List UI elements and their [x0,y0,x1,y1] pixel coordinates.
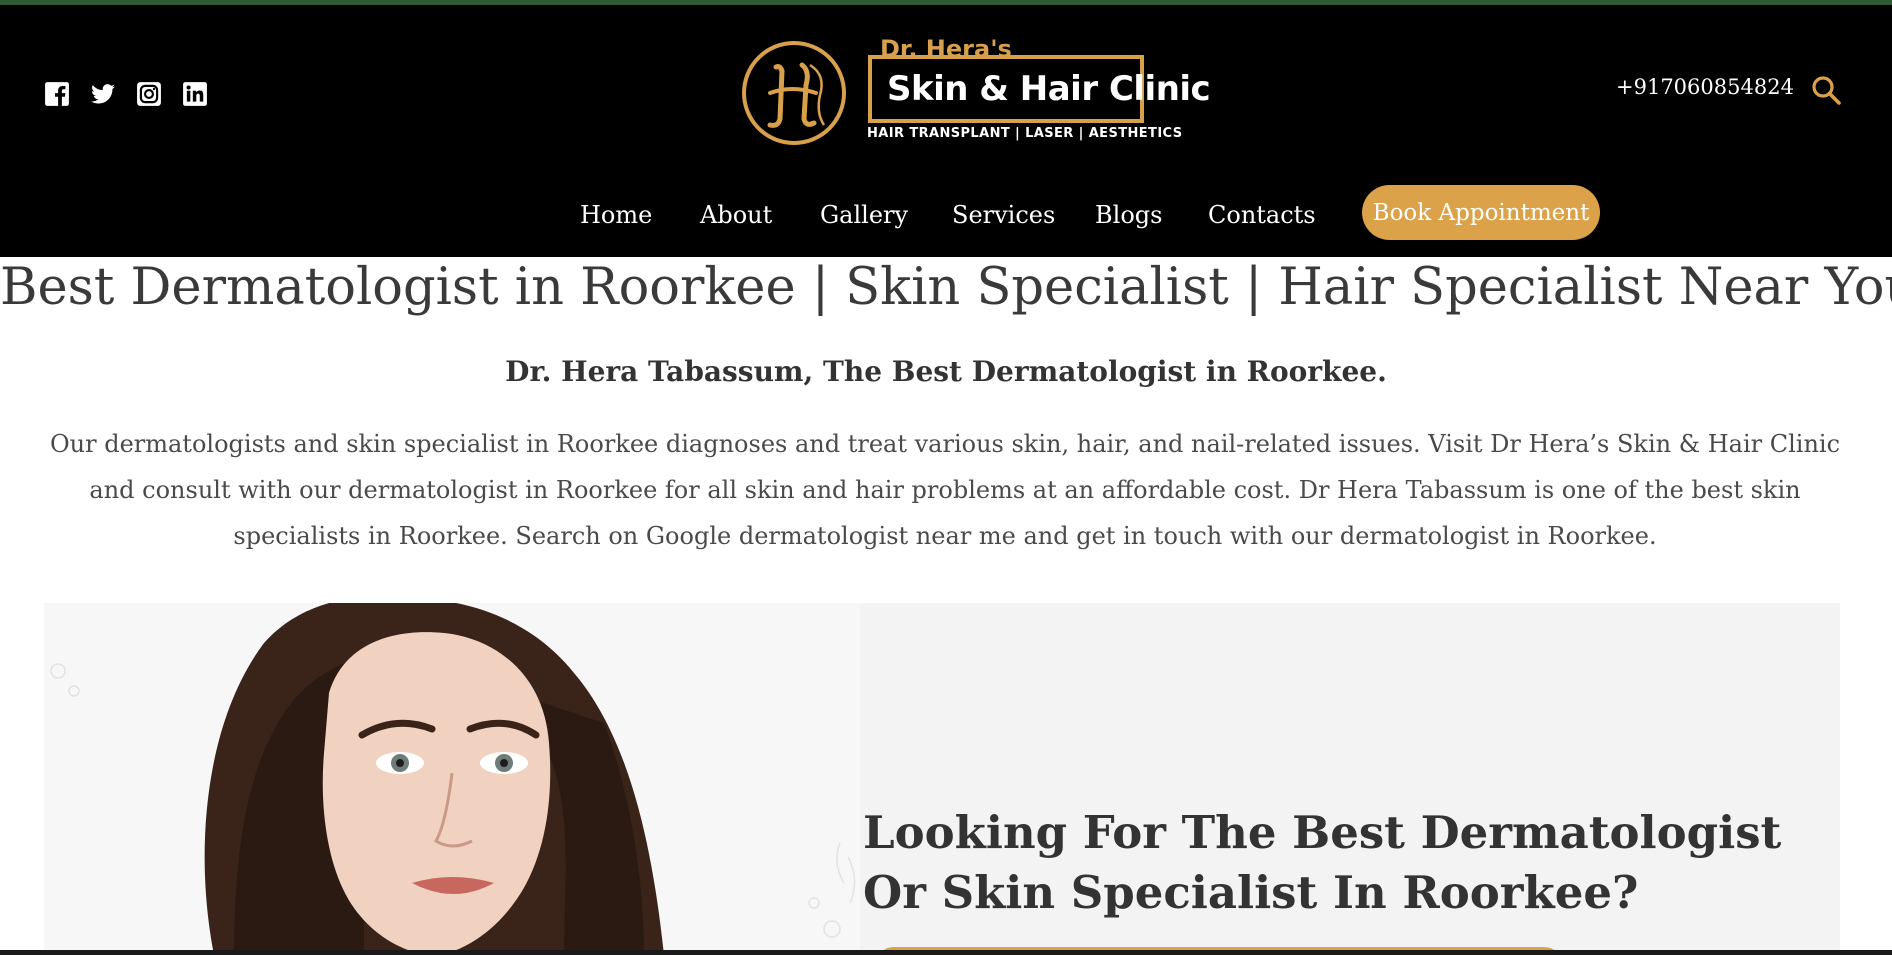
logo-tagline: HAIR TRANSPLANT | LASER | AESTHETICS [867,126,1183,141]
nav-item-blogs[interactable]: Blogs [1095,201,1162,229]
nav-item-services[interactable]: Services [952,201,1055,229]
hero-heading: Looking For The Best Dermatologist Or Sk… [863,806,1782,919]
logo-doctor-name: Dr. Hera's [880,35,1012,63]
instagram-icon[interactable] [136,81,162,107]
search-icon[interactable] [1810,74,1842,106]
linkedin-icon[interactable] [182,81,208,107]
facebook-icon[interactable] [44,81,70,107]
site-header: Dr. Hera's Skin & Hair Clinic HAIR TRANS… [0,5,1892,257]
hero-banner: Looking For The Best Dermatologist Or Sk… [44,603,1840,955]
nav-item-about[interactable]: About [700,201,772,229]
main-nav: Home About Gallery Services Blogs Contac… [0,185,1892,255]
nav-item-contacts[interactable]: Contacts [1208,201,1316,229]
social-links [44,81,208,107]
bottom-edge [0,950,1892,955]
hero-woman-photo [44,603,860,955]
page-subtitle: Dr. Hera Tabassum, The Best Dermatologis… [505,355,1387,388]
page-title: Best Dermatologist in Roorkee | Skin Spe… [0,258,1892,317]
nav-item-home[interactable]: Home [580,201,652,229]
intro-paragraph: Our dermatologists and skin specialist i… [49,430,1841,550]
nav-item-gallery[interactable]: Gallery [820,201,908,229]
twitter-icon[interactable] [90,81,116,107]
phone-link[interactable]: +917060854824 [1616,75,1794,99]
book-appointment-button[interactable]: Book Appointment [1362,185,1600,240]
logo-clinic-name: Skin & Hair Clinic [887,69,1211,109]
clinic-logo[interactable]: Dr. Hera's Skin & Hair Clinic HAIR TRANS… [740,35,1211,155]
